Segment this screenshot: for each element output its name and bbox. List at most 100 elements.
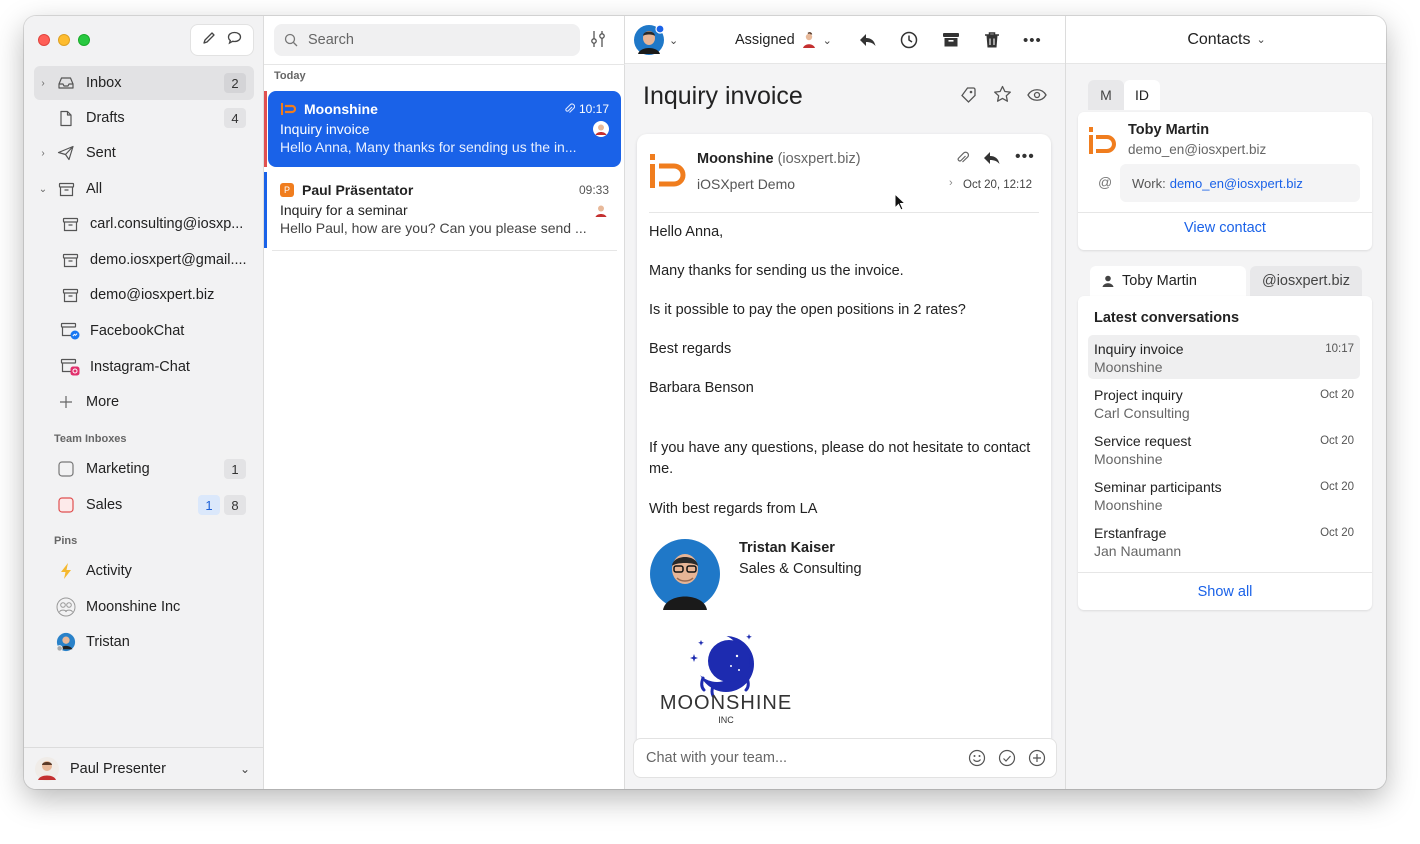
tab-domain[interactable]: @iosxpert.biz — [1250, 266, 1362, 296]
inbox-icon — [56, 73, 76, 93]
paperclip-icon[interactable] — [955, 151, 970, 170]
star-icon[interactable] — [993, 85, 1012, 109]
search-placeholder: Search — [308, 32, 354, 48]
chevron-right-icon[interactable]: › — [949, 177, 953, 189]
message-date: Oct 20, 12:12 — [963, 179, 1033, 191]
zoom-window-button[interactable] — [78, 34, 90, 46]
message-preview: Hello Anna, Many thanks for sending us t… — [280, 139, 577, 155]
sender-logo-icon — [280, 102, 296, 116]
at-sign-icon: @ — [1098, 174, 1113, 190]
signature-name: Tristan Kaiser — [739, 540, 835, 556]
conversation-subject: Seminar participants — [1094, 479, 1222, 495]
conversation-row[interactable]: Erstanfrage Jan Naumann Oct 20 — [1088, 519, 1360, 563]
emoji-icon[interactable] — [968, 749, 986, 767]
signature-photo — [649, 538, 721, 615]
sidebar-item-marketing[interactable]: Marketing 1 — [34, 452, 254, 486]
chevron-right-icon[interactable]: › — [36, 148, 50, 159]
body-greeting: Hello Anna, — [649, 224, 724, 240]
chat-bubble-icon[interactable] — [226, 30, 243, 51]
contacts-header[interactable]: Contacts ⌄ — [1066, 16, 1386, 64]
chevron-down-icon[interactable]: ⌄ — [36, 184, 50, 195]
sidebar-pin-tristan[interactable]: Tristan — [34, 625, 254, 659]
sidebar-item-instagram-chat[interactable]: Instagram-Chat — [54, 350, 254, 384]
group-icon — [56, 597, 76, 617]
sidebar-item-label: FacebookChat — [90, 323, 185, 339]
more-options-icon[interactable]: ••• — [1023, 16, 1042, 64]
sidebar-item-label: demo@iosxpert.biz — [90, 287, 215, 303]
archive-button[interactable] — [942, 16, 960, 64]
add-circle-icon[interactable] — [1028, 749, 1046, 767]
tab-person[interactable]: Toby Martin — [1090, 266, 1246, 296]
message-title: Inquiry invoice — [643, 82, 803, 110]
more-options-icon[interactable]: ••• — [1015, 148, 1035, 166]
show-all-link[interactable]: Show all — [1078, 584, 1372, 600]
chevron-down-icon: ⌄ — [669, 34, 679, 47]
eye-icon[interactable] — [1027, 88, 1047, 107]
sidebar-item-label: All — [86, 181, 103, 197]
sidebar-item-all[interactable]: ⌄ All — [34, 172, 254, 206]
view-contact-link[interactable]: View contact — [1078, 220, 1372, 236]
account-name: iOSXpert Demo — [697, 176, 796, 192]
pencil-icon[interactable] — [201, 30, 217, 51]
message-row-selected[interactable]: Moonshine 10:17 Inquiry invoice Hello An… — [268, 91, 621, 167]
work-email-link[interactable]: demo_en@iosxpert.biz — [1170, 176, 1303, 191]
sidebar-item-facebook-chat[interactable]: FacebookChat — [54, 314, 254, 348]
conversation-time: Oct 20 — [1320, 389, 1354, 401]
chevron-down-icon: ⌄ — [1256, 34, 1266, 46]
conversation-row[interactable]: Seminar participants Moonshine Oct 20 — [1088, 473, 1360, 517]
conversation-subject: Project inquiry — [1094, 387, 1183, 403]
marketing-count-badge: 1 — [224, 459, 246, 479]
chevron-right-icon[interactable]: › — [36, 78, 50, 89]
sidebar-item-account-carl[interactable]: carl.consulting@iosxp... — [54, 207, 254, 241]
reply-icon[interactable] — [983, 150, 1001, 171]
moonshine-logo: MOONSHINE INC — [651, 634, 811, 730]
account-avatar-menu[interactable]: ⌄ — [633, 16, 678, 64]
sidebar-item-label: More — [86, 394, 120, 410]
work-email-field[interactable]: Work: demo_en@iosxpert.biz — [1120, 164, 1360, 202]
sidebar-item-sent[interactable]: › Sent — [34, 136, 254, 170]
body-paragraph: Best regards — [649, 341, 732, 357]
app-window: › Inbox 2 Drafts 4 › Sent ⌄ All carl.con… — [24, 16, 1386, 789]
contact-email: demo_en@iosxpert.biz — [1128, 142, 1267, 157]
message-row[interactable]: P Paul Präsentator 09:33 Inquiry for a s… — [268, 172, 621, 248]
sidebar-item-drafts[interactable]: Drafts 4 — [34, 101, 254, 135]
conversation-row[interactable]: Service request Moonshine Oct 20 — [1088, 427, 1360, 471]
archive-icon — [56, 179, 76, 199]
mouse-cursor-icon — [894, 192, 907, 216]
tag-icon[interactable] — [959, 86, 977, 109]
tab-m[interactable]: M — [1088, 80, 1124, 110]
sidebar-item-account-gmail[interactable]: demo.iosxpert@gmail.... — [54, 243, 254, 277]
archive-icon — [60, 250, 80, 270]
sidebar-item-account-demo[interactable]: demo@iosxpert.biz — [54, 278, 254, 312]
sidebar-pin-moonshine[interactable]: Moonshine Inc — [34, 590, 254, 624]
current-user-menu[interactable]: Paul Presenter ⌄ — [24, 747, 264, 789]
sidebar-item-label: Instagram-Chat — [90, 359, 190, 375]
sidebar-item-sales[interactable]: Sales 1 8 — [34, 488, 254, 522]
close-window-button[interactable] — [38, 34, 50, 46]
sidebar-item-inbox[interactable]: › Inbox 2 — [34, 66, 254, 100]
sidebar-item-more[interactable]: More — [34, 385, 254, 419]
filter-sliders-icon[interactable] — [590, 30, 606, 53]
team-inbox-icon — [56, 459, 76, 479]
checkmark-icon[interactable] — [998, 749, 1016, 767]
conversation-row[interactable]: Inquiry invoice Moonshine 10:17 — [1088, 335, 1360, 379]
conversation-row[interactable]: Project inquiry Carl Consulting Oct 20 — [1088, 381, 1360, 425]
latest-conversations-header: Latest conversations — [1094, 310, 1240, 326]
delete-button[interactable] — [984, 16, 1000, 64]
contact-name: Toby Martin — [1128, 122, 1210, 138]
team-chat-input[interactable]: Chat with your team... — [633, 738, 1057, 778]
tab-id[interactable]: ID — [1124, 80, 1160, 110]
body-paragraph: If you have any questions, please do not… — [649, 440, 1031, 477]
work-email-label: Work: — [1132, 175, 1166, 191]
conversation-time: 10:17 — [1325, 343, 1354, 355]
sidebar-pin-activity[interactable]: Activity — [34, 554, 254, 588]
assigned-filter[interactable]: Assigned ⌄ — [735, 16, 832, 64]
minimize-window-button[interactable] — [58, 34, 70, 46]
reply-button[interactable] — [859, 16, 877, 64]
sidebar-item-label: demo.iosxpert@gmail.... — [90, 252, 247, 268]
snooze-button[interactable] — [900, 16, 918, 64]
archive-icon — [60, 214, 80, 234]
chevron-down-icon: ⌄ — [822, 34, 832, 47]
search-input[interactable]: Search — [274, 24, 580, 56]
chevron-down-icon[interactable]: ⌄ — [240, 762, 250, 776]
